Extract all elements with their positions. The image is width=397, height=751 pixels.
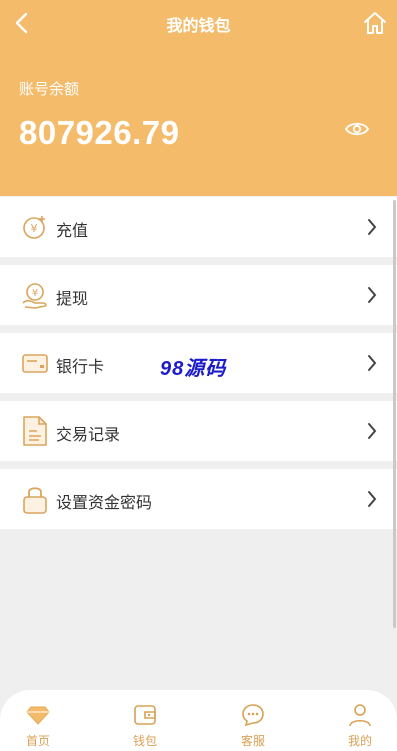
bank-card-icon [22,354,48,373]
tab-service[interactable]: 客服 [223,690,283,751]
menu-item-withdraw[interactable]: ¥ 提现 [0,265,397,325]
chat-icon [242,704,264,727]
svg-text:¥: ¥ [31,222,38,235]
menu-item-transactions[interactable]: 交易记录 [0,401,397,461]
watermark: 98源码 [160,358,227,380]
tab-wallet[interactable]: 钱包 [115,690,175,751]
tab-label: 我的 [347,734,372,748]
svg-text:¥: ¥ [32,288,38,299]
scrollbar[interactable] [393,200,396,628]
page-title: 我的钱包 [166,18,231,35]
menu-label: 银行卡 [56,359,105,376]
tab-label: 钱包 [132,734,157,748]
user-icon [349,704,371,727]
tab-label: 客服 [240,734,265,748]
chevron-right-icon [368,287,377,303]
balance-label: 账号余额 [19,81,80,98]
menu-label: 设置资金密码 [56,495,153,512]
diamond-icon [26,706,50,725]
menu-label: 交易记录 [56,427,121,444]
chevron-right-icon [368,491,377,507]
chevron-right-icon [368,355,377,371]
wallet-header: 我的钱包 账号余额 807926.79 [0,0,397,196]
document-icon [23,416,47,446]
lock-icon [23,487,47,514]
hand-coin-icon: ¥ [22,283,47,309]
tab-mine[interactable]: 我的 [330,690,390,751]
menu-label: 充值 [56,223,89,240]
wallet-icon [134,705,156,725]
eye-icon[interactable] [345,120,369,138]
bottom-tab-bar: 首页 钱包 客服 我的 [0,690,397,751]
balance-value: 807926.79 [19,114,180,151]
chevron-right-icon [368,219,377,235]
tab-label: 首页 [25,734,50,748]
tab-home[interactable]: 首页 [8,690,68,751]
home-icon[interactable] [363,10,387,36]
menu-item-recharge[interactable]: ¥ 充值 [0,197,397,257]
menu-label: 提现 [56,291,89,308]
chevron-right-icon [368,423,377,439]
yuan-coin-icon: ¥ [23,216,45,239]
menu-item-fund-password[interactable]: 设置资金密码 [0,469,397,529]
